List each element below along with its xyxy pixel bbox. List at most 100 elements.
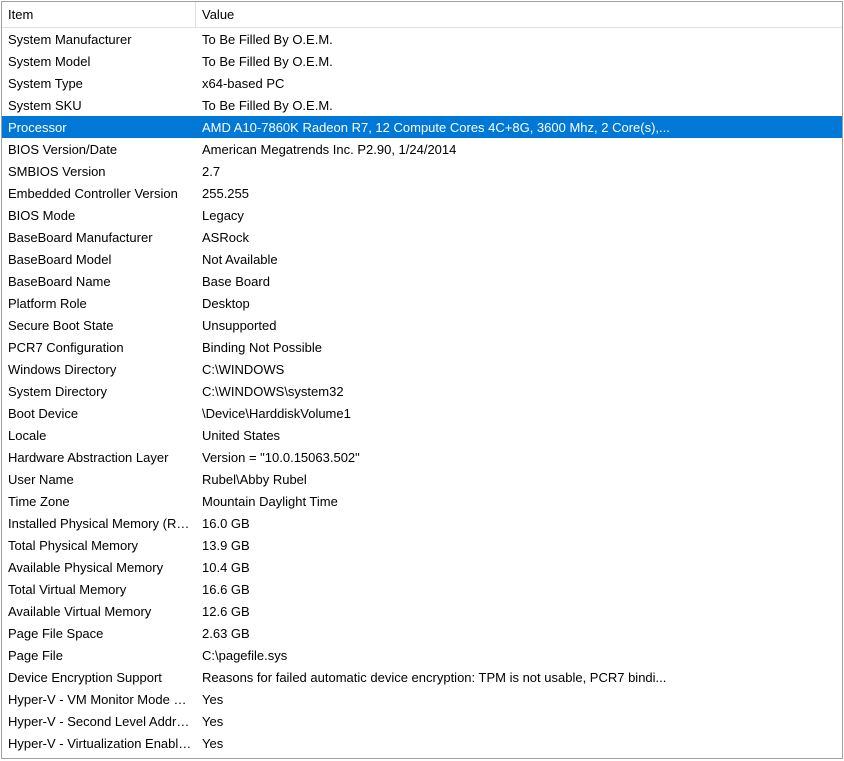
table-row[interactable]: Page FileC:\pagefile.sys [2, 644, 842, 666]
cell-item: Time Zone [8, 494, 196, 509]
cell-value: 2.63 GB [196, 626, 842, 641]
table-header: Item Value [2, 2, 842, 28]
table-row[interactable]: System SKUTo Be Filled By O.E.M. [2, 94, 842, 116]
table-row[interactable]: Secure Boot StateUnsupported [2, 314, 842, 336]
cell-value: Binding Not Possible [196, 340, 842, 355]
cell-value: x64-based PC [196, 76, 842, 91]
cell-value: \Device\HarddiskVolume1 [196, 406, 842, 421]
cell-item: SMBIOS Version [8, 164, 196, 179]
cell-value: To Be Filled By O.E.M. [196, 98, 842, 113]
cell-item: BIOS Version/Date [8, 142, 196, 157]
cell-item: Platform Role [8, 296, 196, 311]
cell-value: Unsupported [196, 318, 842, 333]
cell-value: Rubel\Abby Rubel [196, 472, 842, 487]
table-row[interactable]: BaseBoard ModelNot Available [2, 248, 842, 270]
cell-value: Desktop [196, 296, 842, 311]
cell-item: Hyper-V - Data Execution Prote... [8, 758, 196, 760]
cell-value: To Be Filled By O.E.M. [196, 54, 842, 69]
table-row[interactable]: Hyper-V - Second Level Addres...Yes [2, 710, 842, 732]
table-row[interactable]: Hyper-V - Data Execution Prote...Yes [2, 754, 842, 759]
cell-item: BIOS Mode [8, 208, 196, 223]
cell-value: Base Board [196, 274, 842, 289]
table-row[interactable]: System ModelTo Be Filled By O.E.M. [2, 50, 842, 72]
column-header-value[interactable]: Value [196, 2, 842, 27]
table-row[interactable]: BaseBoard NameBase Board [2, 270, 842, 292]
cell-item: System Model [8, 54, 196, 69]
cell-value: American Megatrends Inc. P2.90, 1/24/201… [196, 142, 842, 157]
table-row[interactable]: BaseBoard ManufacturerASRock [2, 226, 842, 248]
table-row[interactable]: Total Physical Memory13.9 GB [2, 534, 842, 556]
table-body: System ManufacturerTo Be Filled By O.E.M… [2, 28, 842, 759]
table-row[interactable]: BIOS ModeLegacy [2, 204, 842, 226]
cell-value: Yes [196, 758, 842, 760]
cell-item: System Directory [8, 384, 196, 399]
cell-value: Version = "10.0.15063.502" [196, 450, 842, 465]
cell-item: Available Physical Memory [8, 560, 196, 575]
cell-item: Total Virtual Memory [8, 582, 196, 597]
table-row[interactable]: ProcessorAMD A10-7860K Radeon R7, 12 Com… [2, 116, 842, 138]
table-row[interactable]: Embedded Controller Version255.255 [2, 182, 842, 204]
table-row[interactable]: Available Physical Memory10.4 GB [2, 556, 842, 578]
table-row[interactable]: LocaleUnited States [2, 424, 842, 446]
table-row[interactable]: Total Virtual Memory16.6 GB [2, 578, 842, 600]
cell-item: BaseBoard Manufacturer [8, 230, 196, 245]
cell-value: Yes [196, 714, 842, 729]
cell-value: Yes [196, 736, 842, 751]
cell-value: 16.0 GB [196, 516, 842, 531]
cell-value: 13.9 GB [196, 538, 842, 553]
cell-value: To Be Filled By O.E.M. [196, 32, 842, 47]
table-row[interactable]: Page File Space2.63 GB [2, 622, 842, 644]
cell-item: Available Virtual Memory [8, 604, 196, 619]
table-row[interactable]: SMBIOS Version2.7 [2, 160, 842, 182]
cell-item: Hyper-V - Second Level Addres... [8, 714, 196, 729]
cell-value: United States [196, 428, 842, 443]
cell-item: User Name [8, 472, 196, 487]
table-row[interactable]: Installed Physical Memory (RAM)16.0 GB [2, 512, 842, 534]
table-row[interactable]: PCR7 ConfigurationBinding Not Possible [2, 336, 842, 358]
cell-item: Installed Physical Memory (RAM) [8, 516, 196, 531]
cell-value: 12.6 GB [196, 604, 842, 619]
cell-item: Hyper-V - VM Monitor Mode E... [8, 692, 196, 707]
table-row[interactable]: System ManufacturerTo Be Filled By O.E.M… [2, 28, 842, 50]
cell-item: BaseBoard Model [8, 252, 196, 267]
cell-item: System Type [8, 76, 196, 91]
cell-value: 2.7 [196, 164, 842, 179]
table-row[interactable]: System DirectoryC:\WINDOWS\system32 [2, 380, 842, 402]
cell-value: 10.4 GB [196, 560, 842, 575]
cell-item: Device Encryption Support [8, 670, 196, 685]
cell-item: Page File Space [8, 626, 196, 641]
cell-item: System Manufacturer [8, 32, 196, 47]
cell-item: BaseBoard Name [8, 274, 196, 289]
table-row[interactable]: Hardware Abstraction LayerVersion = "10.… [2, 446, 842, 468]
system-info-table: Item Value System ManufacturerTo Be Fill… [1, 1, 843, 759]
table-row[interactable]: System Typex64-based PC [2, 72, 842, 94]
cell-value: 16.6 GB [196, 582, 842, 597]
table-row[interactable]: Hyper-V - Virtualization Enable...Yes [2, 732, 842, 754]
cell-item: Secure Boot State [8, 318, 196, 333]
table-row[interactable]: User NameRubel\Abby Rubel [2, 468, 842, 490]
table-row[interactable]: Platform RoleDesktop [2, 292, 842, 314]
cell-item: Embedded Controller Version [8, 186, 196, 201]
table-row[interactable]: Available Virtual Memory12.6 GB [2, 600, 842, 622]
column-header-item[interactable]: Item [2, 2, 196, 27]
cell-value: Not Available [196, 252, 842, 267]
table-row[interactable]: Boot Device\Device\HarddiskVolume1 [2, 402, 842, 424]
cell-value: 255.255 [196, 186, 842, 201]
cell-value: Mountain Daylight Time [196, 494, 842, 509]
cell-item: Hyper-V - Virtualization Enable... [8, 736, 196, 751]
table-row[interactable]: Time ZoneMountain Daylight Time [2, 490, 842, 512]
table-row[interactable]: BIOS Version/DateAmerican Megatrends Inc… [2, 138, 842, 160]
cell-value: C:\WINDOWS [196, 362, 842, 377]
cell-value: C:\WINDOWS\system32 [196, 384, 842, 399]
cell-item: Total Physical Memory [8, 538, 196, 553]
table-row[interactable]: Windows DirectoryC:\WINDOWS [2, 358, 842, 380]
cell-value: Reasons for failed automatic device encr… [196, 670, 842, 685]
table-row[interactable]: Hyper-V - VM Monitor Mode E...Yes [2, 688, 842, 710]
cell-value: ASRock [196, 230, 842, 245]
cell-item: Locale [8, 428, 196, 443]
table-row[interactable]: Device Encryption SupportReasons for fai… [2, 666, 842, 688]
cell-item: PCR7 Configuration [8, 340, 196, 355]
cell-item: Processor [8, 120, 196, 135]
cell-value: AMD A10-7860K Radeon R7, 12 Compute Core… [196, 120, 842, 135]
cell-value: Yes [196, 692, 842, 707]
